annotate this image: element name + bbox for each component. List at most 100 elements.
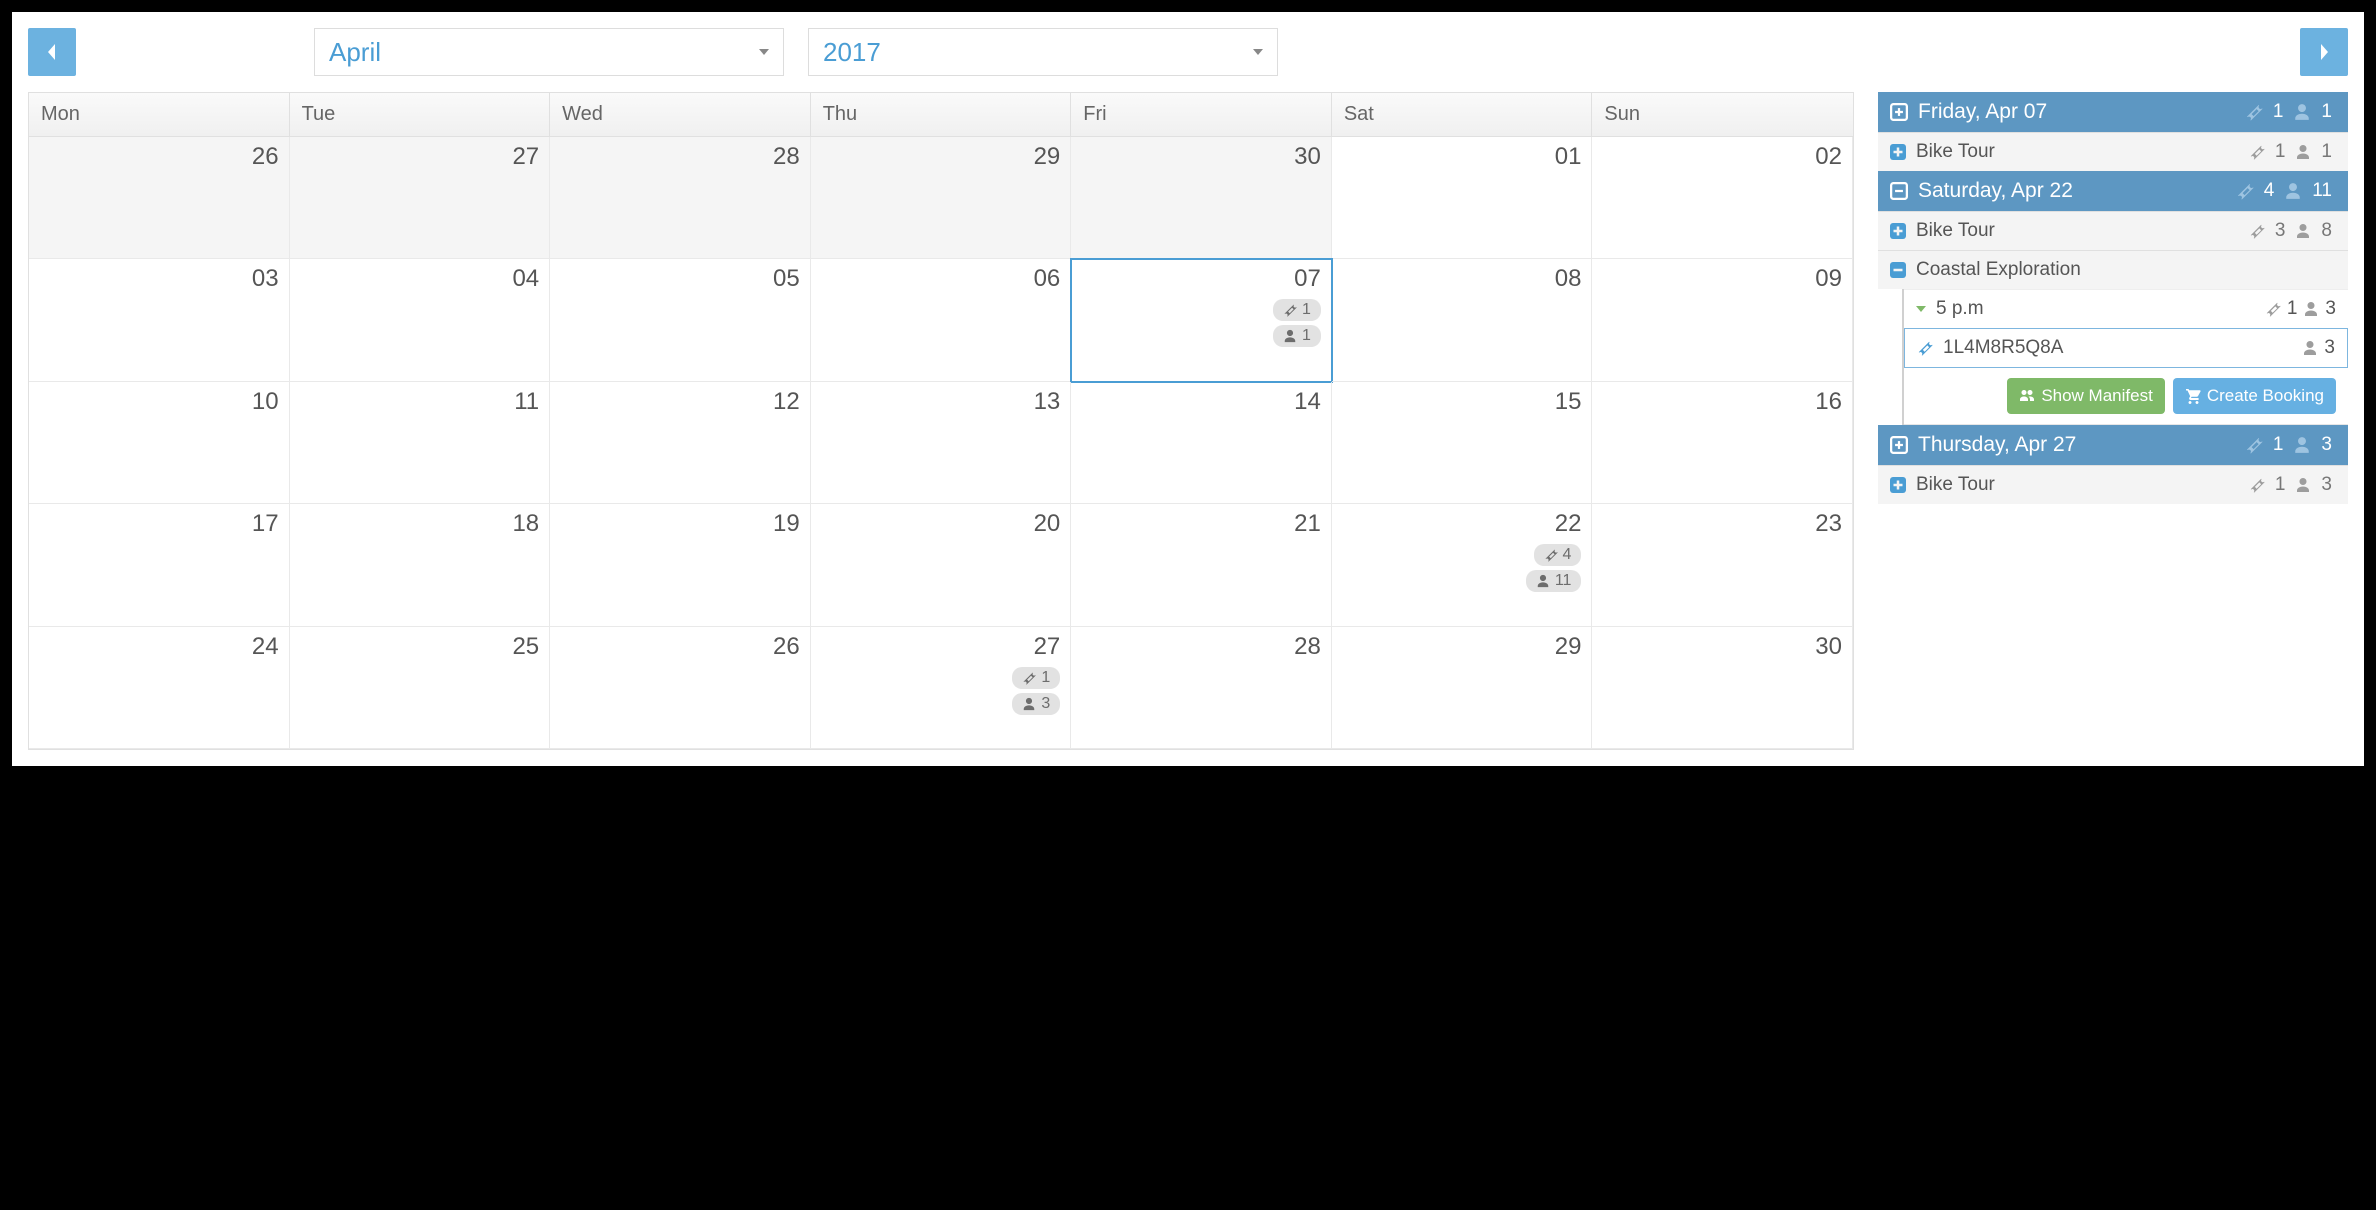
ticket-count: 1 (1302, 301, 1311, 319)
weekday-label: Wed (550, 93, 811, 136)
ticket-count: 1 (2287, 298, 2298, 320)
weekday-header: Mon Tue Wed Thu Fri Sat Sun (29, 93, 1853, 137)
person-count: 3 (1041, 695, 1050, 713)
calendar-day[interactable]: 13 (811, 382, 1072, 504)
calendar-day[interactable]: 29 (1332, 627, 1593, 749)
calendar-day[interactable]: 30 (1592, 627, 1853, 749)
day-number: 26 (773, 633, 800, 661)
calendar-day[interactable]: 28 (550, 137, 811, 259)
ticket-count: 1 (2269, 101, 2288, 123)
calendar-day[interactable]: 21 (1071, 504, 1332, 626)
chevron-left-icon (44, 40, 60, 64)
calendar-day[interactable]: 04 (290, 259, 551, 381)
calendar-day[interactable]: 26 (29, 137, 290, 259)
tour-stats: 3 8 (2249, 220, 2336, 242)
day-stats: 1 3 (2245, 434, 2336, 456)
person-icon (2295, 477, 2311, 493)
person-icon (2293, 103, 2311, 121)
day-number: 26 (252, 143, 279, 171)
tour-expanded: 5 p.m 1 3 1L4M8R5Q8A 3 (1902, 289, 2348, 425)
person-count: 11 (2308, 180, 2336, 202)
calendar-day[interactable]: 02 (1592, 137, 1853, 259)
calendar-day[interactable]: 15 (1332, 382, 1593, 504)
expand-icon (1890, 436, 1908, 454)
tour-row[interactable]: Bike Tour 3 8 (1878, 211, 2348, 250)
calendar-day[interactable]: 17 (29, 504, 290, 626)
weekday-label: Mon (29, 93, 290, 136)
chevron-right-icon (2316, 40, 2332, 64)
day-number: 30 (1815, 633, 1842, 661)
calendar-day[interactable]: 11 (290, 382, 551, 504)
calendar-day[interactable]: 27 (290, 137, 551, 259)
day-header[interactable]: Thursday, Apr 27 1 3 (1878, 425, 2348, 465)
show-manifest-button[interactable]: Show Manifest (2007, 378, 2165, 414)
calendar-day[interactable]: 22411 (1332, 504, 1593, 626)
calendar-day[interactable]: 26 (550, 627, 811, 749)
time-slot-row[interactable]: 5 p.m 1 3 (1904, 289, 2348, 328)
calendar-body: 2627282930010203040506071108091011121314… (29, 137, 1853, 749)
day-header[interactable]: Friday, Apr 07 1 1 (1878, 92, 2348, 132)
create-booking-button[interactable]: Create Booking (2173, 378, 2336, 414)
calendar-day[interactable]: 24 (29, 627, 290, 749)
year-select-value: 2017 (823, 37, 881, 68)
calendar-day[interactable]: 28 (1071, 627, 1332, 749)
tour-row[interactable]: Bike Tour 1 3 (1878, 465, 2348, 504)
calendar-day[interactable]: 10 (29, 382, 290, 504)
calendar-day[interactable]: 12 (550, 382, 811, 504)
calendar-day[interactable]: 30 (1071, 137, 1332, 259)
calendar-day[interactable]: 18 (290, 504, 551, 626)
person-icon (2293, 436, 2311, 454)
tour-name: Bike Tour (1916, 474, 2239, 496)
tickets-badge: 4 (1534, 544, 1582, 566)
day-badges: 13 (1012, 667, 1060, 715)
tour-row[interactable]: Coastal Exploration (1878, 250, 2348, 289)
calendar-day[interactable]: 29 (811, 137, 1072, 259)
day-number: 27 (512, 143, 539, 171)
calendar-day[interactable]: 14 (1071, 382, 1332, 504)
tour-row[interactable]: Bike Tour 1 1 (1878, 132, 2348, 171)
calendar-day[interactable]: 08 (1332, 259, 1593, 381)
calendar-day[interactable]: 03 (29, 259, 290, 381)
year-select[interactable]: 2017 (808, 28, 1278, 76)
expand-icon (1890, 223, 1906, 239)
person-count: 3 (2324, 337, 2335, 359)
calendar-day[interactable]: 01 (1332, 137, 1593, 259)
day-number: 28 (1294, 633, 1321, 661)
ticket-icon (1283, 303, 1297, 317)
calendar-day[interactable]: 05 (550, 259, 811, 381)
calendar-day[interactable]: 23 (1592, 504, 1853, 626)
calendar-day[interactable]: 25 (290, 627, 551, 749)
calendar-day[interactable]: 19 (550, 504, 811, 626)
person-icon (2302, 340, 2318, 356)
calendar-day[interactable]: 0711 (1071, 259, 1332, 381)
ticket-icon (1544, 548, 1558, 562)
weekday-label: Fri (1071, 93, 1332, 136)
ticket-icon (2265, 301, 2281, 317)
caret-down-icon (1253, 49, 1263, 55)
day-header[interactable]: Saturday, Apr 22 4 11 (1878, 171, 2348, 211)
calendar-day[interactable]: 16 (1592, 382, 1853, 504)
prev-month-button[interactable] (28, 28, 76, 76)
day-number: 04 (512, 265, 539, 293)
next-month-button[interactable] (2300, 28, 2348, 76)
calendar-day[interactable]: 09 (1592, 259, 1853, 381)
calendar-day[interactable]: 2713 (811, 627, 1072, 749)
booking-row[interactable]: 1L4M8R5Q8A 3 (1904, 328, 2348, 368)
weekday-label: Tue (290, 93, 551, 136)
expand-icon (1890, 103, 1908, 121)
person-count: 1 (2317, 141, 2336, 163)
action-buttons: Show Manifest Create Booking (1904, 368, 2348, 425)
day-number: 06 (1034, 265, 1061, 293)
ticket-count: 1 (2271, 141, 2290, 163)
day-number: 20 (1034, 510, 1061, 538)
day-number: 05 (773, 265, 800, 293)
month-select[interactable]: April (314, 28, 784, 76)
day-badges: 11 (1273, 299, 1321, 347)
tickets-badge: 1 (1273, 299, 1321, 321)
calendar-day[interactable]: 06 (811, 259, 1072, 381)
caret-down-icon (1916, 306, 1926, 312)
time-label: 5 p.m (1936, 298, 2255, 320)
month-select-value: April (329, 37, 381, 68)
calendar-day[interactable]: 20 (811, 504, 1072, 626)
tour-name: Bike Tour (1916, 220, 2239, 242)
